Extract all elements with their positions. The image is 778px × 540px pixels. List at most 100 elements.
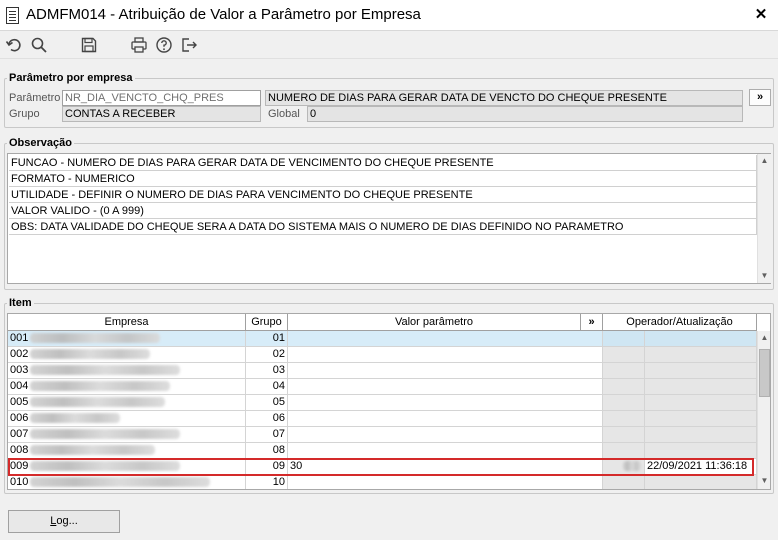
- empresa-code: 001: [10, 332, 29, 344]
- empresa-cell[interactable]: 008: [8, 443, 246, 459]
- save-icon: [81, 37, 97, 53]
- print-button[interactable]: [129, 35, 149, 55]
- undo-icon: [5, 38, 21, 52]
- grupo-cell[interactable]: 04: [246, 379, 288, 395]
- grupo-cell[interactable]: 05: [246, 395, 288, 411]
- redacted-company-name: [30, 381, 171, 392]
- global-field: 0: [307, 106, 743, 122]
- empresa-cell[interactable]: 005: [8, 395, 246, 411]
- empresa-column-header[interactable]: Empresa: [8, 314, 246, 331]
- operador-cell: [603, 331, 645, 347]
- redacted-operator: [623, 461, 641, 472]
- grupo-cell[interactable]: 09: [246, 459, 288, 475]
- empresa-code: 005: [10, 396, 29, 408]
- empresa-cell[interactable]: 004: [8, 379, 246, 395]
- scroll-down-icon[interactable]: ▼: [758, 474, 770, 488]
- search-button[interactable]: [29, 35, 49, 55]
- grupo-cell[interactable]: 03: [246, 363, 288, 379]
- grupo-column-header[interactable]: Grupo: [246, 314, 288, 331]
- empresa-code: 010: [10, 476, 29, 488]
- empresa-cell[interactable]: 010: [8, 475, 246, 489]
- grupo-cell[interactable]: 01: [246, 331, 288, 347]
- valor-cell[interactable]: [288, 347, 603, 363]
- valor-more-button[interactable]: »: [581, 314, 603, 331]
- exit-icon: [182, 38, 197, 52]
- atualizacao-cell: [645, 475, 757, 489]
- operador-column-header[interactable]: Operador/Atualização: [603, 314, 757, 331]
- empresa-cell[interactable]: 006: [8, 411, 246, 427]
- scroll-up-icon[interactable]: ▲: [758, 331, 770, 345]
- valor-cell[interactable]: [288, 395, 603, 411]
- empresa-code: 007: [10, 428, 29, 440]
- scroll-thumb[interactable]: [759, 349, 770, 397]
- operador-cell: [603, 379, 645, 395]
- help-icon: [156, 37, 172, 53]
- empresa-code: 004: [10, 380, 29, 392]
- empresa-code: 009: [10, 460, 29, 472]
- search-icon: [31, 37, 47, 53]
- empresa-cell[interactable]: 001: [8, 331, 246, 347]
- atualizacao-cell: [645, 411, 757, 427]
- scroll-down-icon[interactable]: ▼: [758, 269, 771, 283]
- log-button[interactable]: Log...: [8, 510, 120, 533]
- operador-cell: [603, 427, 645, 443]
- window-title: ADMFM014 - Atribuição de Valor a Parâmet…: [26, 6, 421, 23]
- empresa-code: 002: [10, 348, 29, 360]
- atualizacao-cell: [645, 427, 757, 443]
- empresa-cell[interactable]: 003: [8, 363, 246, 379]
- exit-button[interactable]: [179, 35, 199, 55]
- atualizacao-cell: 22/09/2021 11:36:18: [645, 459, 757, 475]
- save-button[interactable]: [79, 35, 99, 55]
- observacao-line: UTILIDADE - DEFINIR O NUMERO DE DIAS PAR…: [9, 187, 757, 203]
- atualizacao-cell: [645, 395, 757, 411]
- empresa-cell[interactable]: 007: [8, 427, 246, 443]
- valor-column-header[interactable]: Valor parâmetro: [288, 314, 581, 331]
- redacted-company-name: [30, 477, 211, 488]
- redacted-company-name: [30, 349, 151, 360]
- parametro-field[interactable]: NR_DIA_VENCTO_CHQ_PRES: [62, 90, 261, 106]
- observacao-line: VALOR VALIDO - (0 A 999): [9, 203, 757, 219]
- empresa-cell[interactable]: 002: [8, 347, 246, 363]
- redacted-company-name: [30, 333, 161, 344]
- item-grid[interactable]: Empresa Grupo Valor parâmetro » Operador…: [7, 313, 771, 490]
- redacted-company-name: [30, 413, 121, 424]
- operador-cell: [603, 411, 645, 427]
- observacao-list[interactable]: FUNCAO - NUMERO DE DIAS PARA GERAR DATA …: [7, 153, 771, 284]
- observacao-section-legend: Observação: [9, 137, 72, 149]
- grupo-cell[interactable]: 02: [246, 347, 288, 363]
- item-scrollbar[interactable]: ▲ ▼: [757, 331, 770, 489]
- toolbar: [0, 31, 778, 59]
- parametro-label: Parâmetro: [9, 92, 61, 104]
- valor-cell[interactable]: [288, 443, 603, 459]
- observacao-line: FUNCAO - NUMERO DE DIAS PARA GERAR DATA …: [9, 155, 757, 171]
- valor-cell[interactable]: [288, 411, 603, 427]
- valor-cell[interactable]: [288, 379, 603, 395]
- operador-cell: [603, 443, 645, 459]
- parametro-more-button[interactable]: »: [749, 89, 771, 106]
- valor-cell[interactable]: 30: [288, 459, 603, 475]
- parameter-section-legend: Parâmetro por empresa: [9, 72, 133, 84]
- scroll-up-icon[interactable]: ▲: [758, 154, 771, 168]
- parametro-description-field: NUMERO DE DIAS PARA GERAR DATA DE VENCTO…: [265, 90, 743, 106]
- global-label: Global: [268, 108, 300, 120]
- observacao-scrollbar[interactable]: ▲ ▼: [757, 154, 771, 283]
- grupo-cell[interactable]: 10: [246, 475, 288, 489]
- help-button[interactable]: [154, 35, 174, 55]
- empresa-cell[interactable]: 009: [8, 459, 246, 475]
- valor-cell[interactable]: [288, 427, 603, 443]
- operador-cell: [603, 363, 645, 379]
- operador-cell: [603, 459, 645, 475]
- redacted-company-name: [30, 429, 181, 440]
- grupo-cell[interactable]: 06: [246, 411, 288, 427]
- empresa-code: 003: [10, 364, 29, 376]
- valor-cell[interactable]: [288, 331, 603, 347]
- atualizacao-cell: [645, 379, 757, 395]
- grupo-cell[interactable]: 07: [246, 427, 288, 443]
- undo-button[interactable]: [4, 35, 24, 55]
- grupo-label: Grupo: [9, 108, 40, 120]
- grupo-cell[interactable]: 08: [246, 443, 288, 459]
- close-button[interactable]: ✕: [752, 6, 770, 24]
- redacted-company-name: [30, 461, 181, 472]
- valor-cell[interactable]: [288, 363, 603, 379]
- valor-cell[interactable]: [288, 475, 603, 489]
